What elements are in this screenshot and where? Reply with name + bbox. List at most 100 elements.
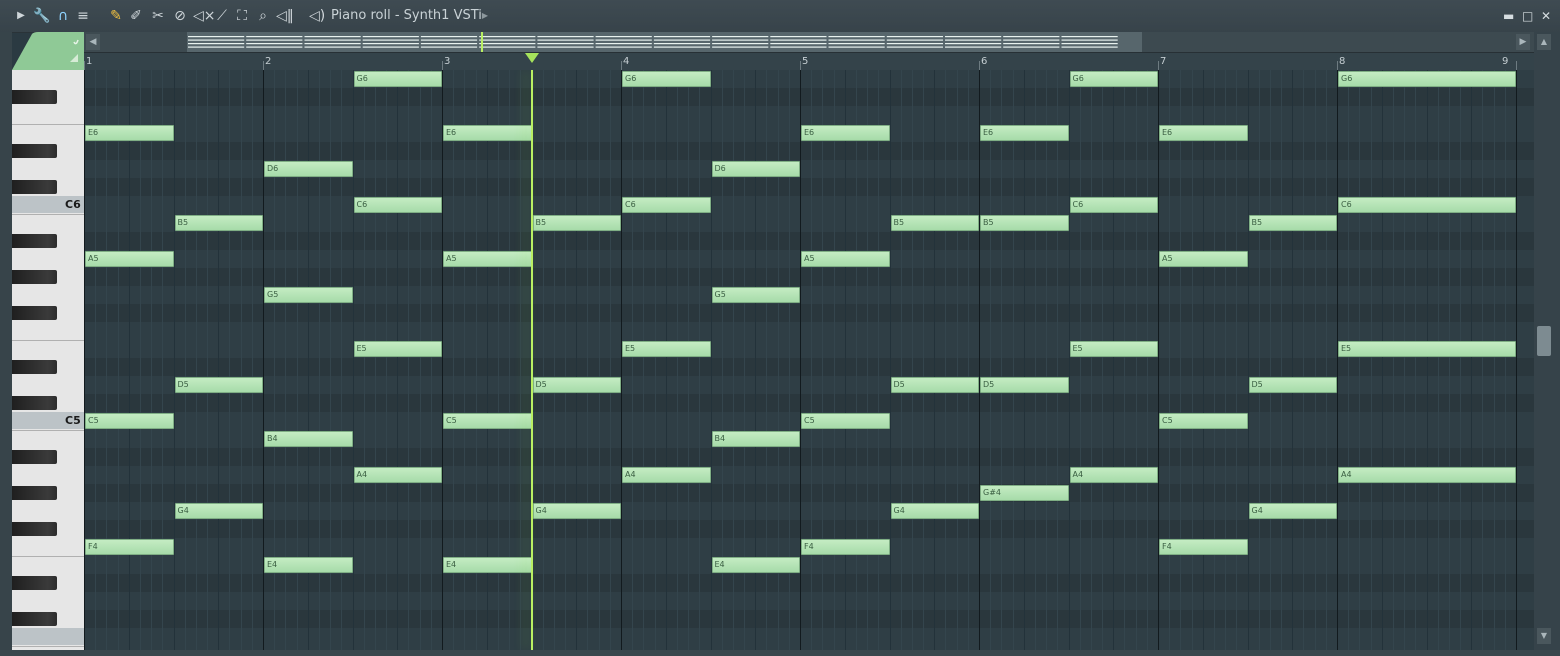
wrench-icon[interactable]: 🔧 xyxy=(33,7,50,25)
note-e5[interactable]: E5 xyxy=(353,341,442,357)
scroll-left-icon[interactable]: ◀ xyxy=(86,34,100,50)
paint-icon[interactable]: ✐ xyxy=(128,7,144,25)
window-title[interactable]: Piano roll - Synth1 VSTi xyxy=(331,8,482,23)
black-key[interactable] xyxy=(12,90,57,104)
vertical-scrollbar[interactable]: ▲ ▼ xyxy=(1534,32,1560,656)
note-f4[interactable]: F4 xyxy=(801,539,890,555)
piano-keyboard[interactable]: C6 C5 xyxy=(12,70,84,650)
note-c5[interactable]: C5 xyxy=(1159,413,1248,429)
note-a4[interactable]: A4 xyxy=(622,467,711,483)
note-d6[interactable]: D6 xyxy=(264,161,353,177)
scroll-down-icon[interactable]: ▼ xyxy=(1537,628,1551,644)
note-e6[interactable]: E6 xyxy=(1159,125,1248,141)
note-g6[interactable]: G6 xyxy=(622,71,711,87)
mute-icon[interactable]: ⊘ xyxy=(172,7,188,25)
note-g4[interactable]: G4 xyxy=(890,503,979,519)
delete-icon[interactable]: ✂ xyxy=(150,7,166,25)
note-g4[interactable]: G4 xyxy=(174,503,263,519)
note-a5[interactable]: A5 xyxy=(1159,251,1248,267)
note-d6[interactable]: D6 xyxy=(711,161,800,177)
black-key[interactable] xyxy=(12,612,57,626)
note-g5[interactable]: G5 xyxy=(711,287,800,303)
zoom-icon[interactable]: ⌕ xyxy=(255,7,271,25)
black-key[interactable] xyxy=(12,450,57,464)
playback-icon[interactable]: ◁‖ xyxy=(276,7,294,25)
arrow-icon[interactable]: ▶ xyxy=(16,7,26,25)
note-d5[interactable]: D5 xyxy=(890,377,979,393)
note-gsharp4[interactable]: G#4 xyxy=(980,485,1069,501)
select-icon[interactable]: ⛶ xyxy=(234,7,250,25)
note-e4[interactable]: E4 xyxy=(711,557,800,573)
note-c5[interactable]: C5 xyxy=(443,413,532,429)
note-f4[interactable]: F4 xyxy=(85,539,174,555)
note-e6[interactable]: E6 xyxy=(801,125,890,141)
note-e6[interactable]: E6 xyxy=(443,125,532,141)
magnet-icon[interactable]: ∩ xyxy=(55,7,71,25)
note-g6[interactable]: G6 xyxy=(353,71,442,87)
overview-scrollbar[interactable]: ◀ ▶ xyxy=(84,32,1534,53)
close-button[interactable]: ✕ xyxy=(1541,9,1551,23)
note-c5[interactable]: C5 xyxy=(801,413,890,429)
note-c6[interactable]: C6 xyxy=(622,197,711,213)
black-key[interactable] xyxy=(12,522,57,536)
tool-selector-corner[interactable] xyxy=(12,32,84,70)
black-key[interactable] xyxy=(12,396,57,410)
black-key[interactable] xyxy=(12,576,57,590)
black-key[interactable] xyxy=(12,180,57,194)
pencil-icon[interactable]: ✎ xyxy=(108,7,124,25)
note-d5[interactable]: D5 xyxy=(532,377,621,393)
maximize-button[interactable]: □ xyxy=(1522,9,1533,23)
menu-icon[interactable]: ≡ xyxy=(75,7,91,25)
scroll-thumb[interactable] xyxy=(1537,326,1551,356)
note-a4[interactable]: A4 xyxy=(1338,467,1516,483)
black-key[interactable] xyxy=(12,144,57,158)
speaker-mute-icon[interactable]: ◁× xyxy=(193,7,216,25)
black-key[interactable] xyxy=(12,360,57,374)
note-e5[interactable]: E5 xyxy=(1338,341,1516,357)
black-key[interactable] xyxy=(12,306,57,320)
note-g6[interactable]: G6 xyxy=(1069,71,1158,87)
playhead-marker[interactable] xyxy=(524,53,539,63)
note-e4[interactable]: E4 xyxy=(443,557,532,573)
scroll-up-icon[interactable]: ▲ xyxy=(1537,34,1551,50)
note-grid[interactable]: E6 A5 C5 F4 B5 D5 G4 D6 G5 B4 E4 G6 C6 E5 A4 E6 A5 C5 E4 B5… xyxy=(84,70,1534,650)
note-b5[interactable]: B5 xyxy=(1248,215,1337,231)
note-a5[interactable]: A5 xyxy=(443,251,532,267)
minimize-button[interactable]: ▬ xyxy=(1503,9,1514,23)
note-b5[interactable]: B5 xyxy=(532,215,621,231)
title-arrow-icon[interactable]: ▶ xyxy=(480,7,490,25)
note-c5[interactable]: C5 xyxy=(85,413,174,429)
note-c6[interactable]: C6 xyxy=(1338,197,1516,213)
note-b4[interactable]: B4 xyxy=(711,431,800,447)
note-c6[interactable]: C6 xyxy=(1069,197,1158,213)
note-b4[interactable]: B4 xyxy=(264,431,353,447)
note-g4[interactable]: G4 xyxy=(1248,503,1337,519)
note-b5[interactable]: B5 xyxy=(174,215,263,231)
note-e6[interactable]: E6 xyxy=(980,125,1069,141)
note-e5[interactable]: E5 xyxy=(622,341,711,357)
note-e4[interactable]: E4 xyxy=(264,557,353,573)
note-b5[interactable]: B5 xyxy=(980,215,1069,231)
note-g4[interactable]: G4 xyxy=(532,503,621,519)
note-g6[interactable]: G6 xyxy=(1338,71,1516,87)
note-d5[interactable]: D5 xyxy=(980,377,1069,393)
note-a4[interactable]: A4 xyxy=(1069,467,1158,483)
black-key[interactable] xyxy=(12,270,57,284)
note-d5[interactable]: D5 xyxy=(1248,377,1337,393)
timeline-ruler[interactable]: 1 2 3 4 5 6 7 8 9 xyxy=(84,53,1534,71)
speaker-icon[interactable]: ◁) xyxy=(309,7,325,25)
note-a5[interactable]: A5 xyxy=(85,251,174,267)
pattern-overview[interactable] xyxy=(187,32,1142,52)
note-e6[interactable]: E6 xyxy=(85,125,174,141)
note-c6[interactable]: C6 xyxy=(353,197,442,213)
note-a4[interactable]: A4 xyxy=(353,467,442,483)
black-key[interactable] xyxy=(12,486,57,500)
note-a5[interactable]: A5 xyxy=(801,251,890,267)
note-b5[interactable]: B5 xyxy=(890,215,979,231)
note-e5[interactable]: E5 xyxy=(1069,341,1158,357)
playhead-line[interactable] xyxy=(530,70,533,650)
scroll-right-icon[interactable]: ▶ xyxy=(1516,34,1530,50)
slice-icon[interactable]: ⟋ xyxy=(214,7,230,25)
black-key[interactable] xyxy=(12,234,57,248)
note-f4[interactable]: F4 xyxy=(1159,539,1248,555)
